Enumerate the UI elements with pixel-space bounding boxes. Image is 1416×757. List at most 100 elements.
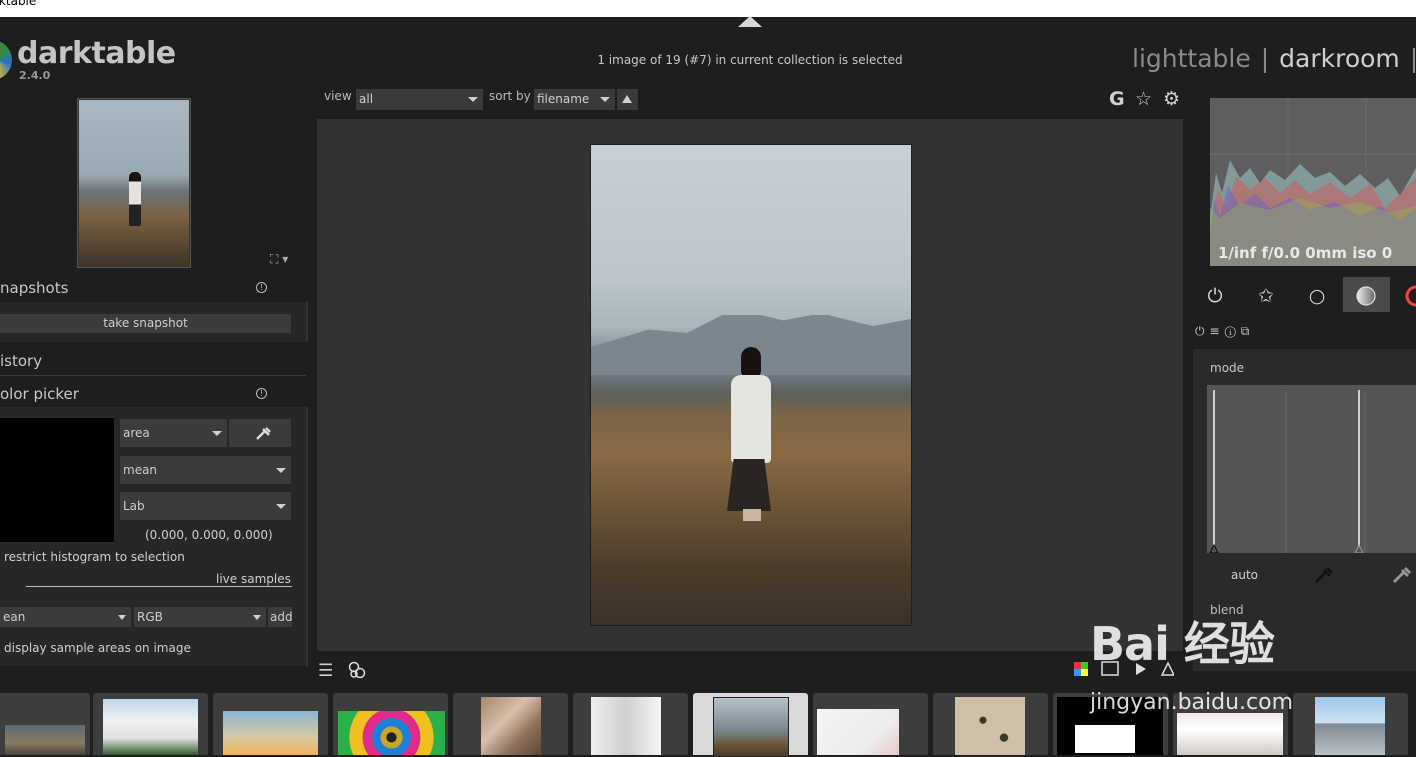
filmstrip-thumb[interactable] [213,693,328,755]
watermark-logo: Bai 经验 [1090,617,1275,671]
color-picker-info-icon[interactable]: ! [256,388,267,399]
curve-graph [1209,390,1366,554]
filmstrip-image [591,697,661,755]
filmstrip-image [955,697,1025,755]
filmstrip-thumb-selected[interactable] [693,693,808,757]
image-figure-skirt [727,459,771,511]
curve-area[interactable] [1207,385,1416,554]
sort-select[interactable]: filename [534,89,615,110]
chevron-down-icon [118,615,126,620]
collapse-top-panel-icon[interactable] [738,16,762,27]
chevron-down-icon [212,431,222,436]
module-header-icons: ⏻≡ⓘ⧉ [1195,324,1254,339]
area-select[interactable]: area [120,419,227,447]
sample-statistic-value: ean [3,610,26,624]
divider [26,586,292,587]
power-icon[interactable]: ⏻ [1199,282,1231,310]
menu-icon[interactable]: ☰ [318,661,333,681]
eyedropper-icon [256,427,271,440]
image-figure-head [741,347,761,377]
filmstrip-image-shape [1075,725,1135,753]
mode-label: mode [1210,361,1245,375]
filmstrip-thumb[interactable] [813,693,928,755]
chevron-down-icon [276,504,286,509]
gradient-circle-icon[interactable] [1350,282,1382,310]
statistic-select[interactable]: mean [120,456,291,484]
bottom-left-icons: ☰ [318,659,369,681]
restrict-histogram-checkbox[interactable]: restrict histogram to selection [4,550,185,564]
app-version: 2.4.0 [19,69,51,82]
color-swatch [0,418,114,542]
image-figure [727,347,773,521]
gear-icon[interactable]: ⚙ [1163,88,1180,110]
live-samples-label: live samples [216,572,291,586]
eyedropper-white-icon[interactable] [1390,562,1414,586]
filmstrip-thumb[interactable] [0,693,90,755]
colorspace-select-value: Lab [123,499,145,513]
circle-icon[interactable]: ○ [1301,282,1333,310]
filmstrip-thumb[interactable] [933,693,1048,755]
view-lighttable[interactable]: lighttable [1132,44,1251,73]
filmstrip-thumb[interactable] [573,693,688,755]
collection-status: 1 image of 19 (#7) in current collection… [597,53,903,67]
sort-select-value: filename [537,92,590,106]
image-figure-legs [743,509,761,521]
view-separator: | [1260,44,1270,73]
take-snapshot-button[interactable]: take snapshot [0,314,291,333]
add-sample-button[interactable]: add [268,607,293,627]
snapshots-title[interactable]: napshots [0,279,68,297]
chevron-down-icon [468,97,478,102]
presets-icon[interactable]: ≡ [1210,324,1225,338]
histogram-exif-info: 1/inf f/0.0 0mm iso 0 [1218,244,1393,262]
multi-instance-icon[interactable]: ⧉ [1241,324,1255,338]
sample-statistic-select[interactable]: ean [0,607,131,627]
color-circle-graphic [1405,285,1416,307]
star-icon[interactable]: ☆ [1135,88,1152,110]
display-sample-areas-checkbox[interactable]: display sample areas on image [4,641,191,655]
filmstrip-thumb[interactable] [333,693,448,755]
view-label: view [324,89,352,103]
statistic-select-value: mean [123,463,158,477]
sort-direction-button[interactable] [617,89,638,110]
darktable-logo-icon [0,40,12,80]
gradient-circle-graphic [1356,286,1376,306]
filmstrip-image [817,709,899,755]
histogram-graph [1210,98,1416,266]
power-small-icon[interactable]: ⏻ [1195,324,1210,338]
history-title[interactable]: istory [0,352,42,370]
filmstrip-image [103,699,198,755]
sort-label: sort by [489,89,531,103]
styles-icon[interactable] [347,659,369,679]
filmstrip-image [1315,697,1385,755]
navigation-thumbnail[interactable] [77,98,191,268]
color-picker-title[interactable]: olor picker [0,385,79,403]
view-darkroom[interactable]: darkroom [1279,44,1400,73]
color-circle-icon[interactable] [1400,282,1416,310]
picker-button[interactable] [229,419,291,447]
star-icon[interactable]: ✩ [1250,282,1282,310]
area-select-value: area [123,426,150,440]
reset-icon[interactable]: ⓘ [1225,324,1241,338]
chevron-down-icon [253,615,261,620]
histogram[interactable] [1210,98,1416,266]
filmstrip-thumb[interactable] [93,693,208,755]
window-titlebar: rktable [0,0,1416,17]
view-switcher: lighttable|darkroom|c [1132,44,1416,73]
eyedropper-black-icon[interactable] [1312,562,1336,586]
filmstrip-image [5,725,85,755]
filmstrip-thumb[interactable] [453,693,568,755]
grouping-icon[interactable]: G [1109,88,1125,110]
view-separator: | [1409,44,1416,73]
filmstrip-thumb[interactable] [1293,693,1408,755]
view-filter-value: all [359,92,374,106]
zoom-expander-icon[interactable]: ⛶ ▾ [270,252,288,267]
filmstrip-image [1177,713,1283,755]
filmstrip-image [223,711,318,755]
auto-button[interactable]: auto [1231,568,1258,582]
snapshots-info-icon[interactable]: ! [256,282,267,293]
main-image[interactable] [590,144,912,626]
filmstrip-image [338,711,445,755]
sample-colorspace-select[interactable]: RGB [134,607,266,627]
colorspace-select[interactable]: Lab [120,492,291,520]
view-filter-select[interactable]: all [356,89,483,110]
